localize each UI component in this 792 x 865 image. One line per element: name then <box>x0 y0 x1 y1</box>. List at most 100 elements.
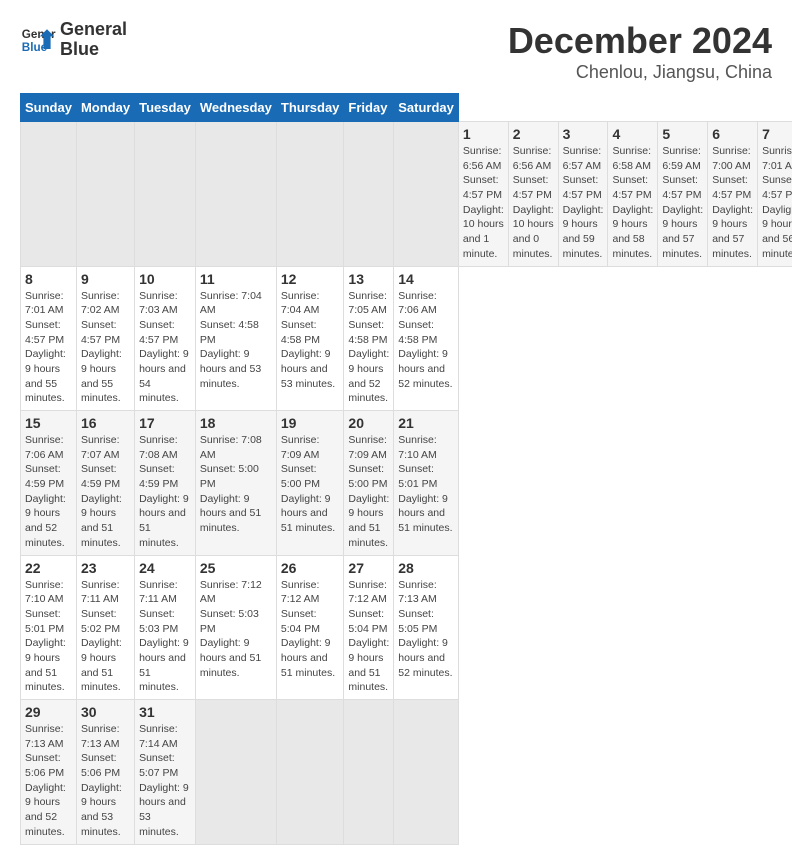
day-number: 17 <box>139 415 191 431</box>
day-info: Sunrise: 7:00 AMSunset: 4:57 PMDaylight:… <box>712 144 753 262</box>
calendar-week-2: 8Sunrise: 7:01 AMSunset: 4:57 PMDaylight… <box>21 266 792 411</box>
day-number: 5 <box>662 126 703 142</box>
calendar-cell: 8Sunrise: 7:01 AMSunset: 4:57 PMDaylight… <box>21 266 77 411</box>
calendar-cell <box>344 122 394 267</box>
calendar-cell: 3Sunrise: 6:57 AMSunset: 4:57 PMDaylight… <box>558 122 608 267</box>
calendar-cell: 22 Sunrise: 7:10 AMSunset: 5:01 PMDayligh… <box>21 555 77 700</box>
calendar-cell <box>394 122 459 267</box>
day-number: 8 <box>25 271 72 287</box>
calendar-cell: 15Sunrise: 7:06 AMSunset: 4:59 PMDayligh… <box>21 411 77 556</box>
day-info: Sunrise: 7:01 AMSunset: 4:57 PMDaylight:… <box>762 144 792 262</box>
day-number: 13 <box>348 271 389 287</box>
day-info: Sunrise: 7:12 AMSunset: 5:04 PMDaylight:… <box>348 578 389 696</box>
day-info: Sunrise: 7:06 AMSunset: 4:58 PMDaylight:… <box>398 289 454 392</box>
day-info: Sunrise: 7:08 AMSunset: 5:00 PMDaylight:… <box>200 433 272 536</box>
calendar-cell: 10 Sunrise: 7:03 AMSunset: 4:57 PMDayligh… <box>135 266 196 411</box>
header-thursday: Thursday <box>276 94 344 122</box>
calendar-cell <box>76 122 134 267</box>
day-number: 26 <box>281 560 340 576</box>
day-number: 25 <box>200 560 272 576</box>
calendar-week-3: 15Sunrise: 7:06 AMSunset: 4:59 PMDayligh… <box>21 411 792 556</box>
calendar-cell: 29Sunrise: 7:13 AMSunset: 5:06 PMDayligh… <box>21 700 77 845</box>
calendar-cell: 25 Sunrise: 7:12 AMSunset: 5:03 PMDayligh… <box>195 555 276 700</box>
day-number: 29 <box>25 704 72 720</box>
day-info: Sunrise: 7:09 AMSunset: 5:00 PMDaylight:… <box>281 433 340 536</box>
day-info: Sunrise: 7:12 AMSunset: 5:03 PMDaylight:… <box>200 578 272 681</box>
calendar-table: SundayMondayTuesdayWednesdayThursdayFrid… <box>20 93 792 845</box>
day-number: 20 <box>348 415 389 431</box>
day-info: Sunrise: 6:58 AMSunset: 4:57 PMDaylight:… <box>612 144 653 262</box>
day-info: Sunrise: 7:09 AMSunset: 5:00 PMDaylight:… <box>348 433 389 551</box>
calendar-cell: 31Sunrise: 7:14 AMSunset: 5:07 PMDayligh… <box>135 700 196 845</box>
day-number: 18 <box>200 415 272 431</box>
day-info: Sunrise: 7:10 AMSunset: 5:01 PMDaylight:… <box>25 578 72 696</box>
calendar-cell: 26 Sunrise: 7:12 AMSunset: 5:04 PMDayligh… <box>276 555 344 700</box>
calendar-cell: 13Sunrise: 7:05 AMSunset: 4:58 PMDayligh… <box>344 266 394 411</box>
calendar-cell <box>21 122 77 267</box>
day-number: 7 <box>762 126 792 142</box>
day-number: 16 <box>81 415 130 431</box>
calendar-cell <box>276 122 344 267</box>
calendar-cell <box>394 700 459 845</box>
calendar-week-5: 29 Sunrise: 7:13 AMSunset: 5:06 PMDayligh… <box>21 700 792 845</box>
day-number: 15 <box>25 415 72 431</box>
day-info: Sunrise: 7:03 AMSunset: 4:57 PMDaylight:… <box>139 289 191 407</box>
calendar-cell: 9Sunrise: 7:02 AMSunset: 4:57 PMDaylight… <box>76 266 134 411</box>
header-friday: Friday <box>344 94 394 122</box>
title-area: December 2024 Chenlou, Jiangsu, China <box>508 20 772 83</box>
calendar-cell: 1 Sunrise: 6:56 AMSunset: 4:57 PMDaylight… <box>458 122 508 267</box>
day-info: Sunrise: 7:11 AMSunset: 5:03 PMDaylight:… <box>139 578 191 696</box>
day-info: Sunrise: 7:08 AMSunset: 4:59 PMDaylight:… <box>139 433 191 551</box>
calendar-cell: 7 Sunrise: 7:01 AMSunset: 4:57 PMDaylight… <box>758 122 792 267</box>
calendar-cell <box>344 700 394 845</box>
calendar-cell: 12Sunrise: 7:04 AMSunset: 4:58 PMDayligh… <box>276 266 344 411</box>
calendar-cell: 21Sunrise: 7:10 AMSunset: 5:01 PMDayligh… <box>394 411 459 556</box>
day-number: 4 <box>612 126 653 142</box>
day-number: 10 <box>139 271 191 287</box>
day-number: 14 <box>398 271 454 287</box>
calendar-header: SundayMondayTuesdayWednesdayThursdayFrid… <box>21 94 792 122</box>
calendar-cell: 4 Sunrise: 6:58 AMSunset: 4:57 PMDaylight… <box>608 122 658 267</box>
calendar-cell: 16Sunrise: 7:07 AMSunset: 4:59 PMDayligh… <box>76 411 134 556</box>
header-sunday: Sunday <box>21 94 77 122</box>
day-info: Sunrise: 7:12 AMSunset: 5:04 PMDaylight:… <box>281 578 340 681</box>
subtitle: Chenlou, Jiangsu, China <box>508 62 772 83</box>
calendar-cell: 11 Sunrise: 7:04 AMSunset: 4:58 PMDayligh… <box>195 266 276 411</box>
calendar-cell: 23 Sunrise: 7:11 AMSunset: 5:02 PMDayligh… <box>76 555 134 700</box>
day-info: Sunrise: 6:56 AMSunset: 4:57 PMDaylight:… <box>463 144 504 262</box>
calendar-cell: 28 Sunrise: 7:13 AMSunset: 5:05 PMDayligh… <box>394 555 459 700</box>
day-number: 6 <box>712 126 753 142</box>
logo-line2: Blue <box>60 40 127 60</box>
day-number: 27 <box>348 560 389 576</box>
calendar-cell: 19Sunrise: 7:09 AMSunset: 5:00 PMDayligh… <box>276 411 344 556</box>
calendar-body: 1 Sunrise: 6:56 AMSunset: 4:57 PMDaylight… <box>21 122 792 845</box>
day-number: 30 <box>81 704 130 720</box>
day-info: Sunrise: 6:56 AMSunset: 4:57 PMDaylight:… <box>513 144 554 262</box>
header-wednesday: Wednesday <box>195 94 276 122</box>
calendar-cell <box>135 122 196 267</box>
header-row: SundayMondayTuesdayWednesdayThursdayFrid… <box>21 94 792 122</box>
day-number: 23 <box>81 560 130 576</box>
header-tuesday: Tuesday <box>135 94 196 122</box>
logo-icon: General Blue <box>20 22 56 58</box>
day-number: 21 <box>398 415 454 431</box>
main-title: December 2024 <box>508 20 772 62</box>
day-number: 11 <box>200 271 272 287</box>
calendar-cell: 18 Sunrise: 7:08 AMSunset: 5:00 PMDayligh… <box>195 411 276 556</box>
logo-text: General Blue <box>60 20 127 60</box>
day-number: 1 <box>463 126 504 142</box>
header-saturday: Saturday <box>394 94 459 122</box>
header-monday: Monday <box>76 94 134 122</box>
day-info: Sunrise: 6:59 AMSunset: 4:57 PMDaylight:… <box>662 144 703 262</box>
day-info: Sunrise: 7:04 AMSunset: 4:58 PMDaylight:… <box>200 289 272 392</box>
calendar-week-4: 22 Sunrise: 7:10 AMSunset: 5:01 PMDayligh… <box>21 555 792 700</box>
day-number: 22 <box>25 560 72 576</box>
header: General Blue General Blue December 2024 … <box>20 20 772 83</box>
day-info: Sunrise: 7:11 AMSunset: 5:02 PMDaylight:… <box>81 578 130 696</box>
calendar-cell <box>195 700 276 845</box>
logo-line1: General <box>60 20 127 40</box>
day-info: Sunrise: 7:13 AMSunset: 5:06 PMDaylight:… <box>81 722 130 840</box>
day-number: 28 <box>398 560 454 576</box>
day-info: Sunrise: 7:13 AMSunset: 5:05 PMDaylight:… <box>398 578 454 681</box>
calendar-cell <box>276 700 344 845</box>
